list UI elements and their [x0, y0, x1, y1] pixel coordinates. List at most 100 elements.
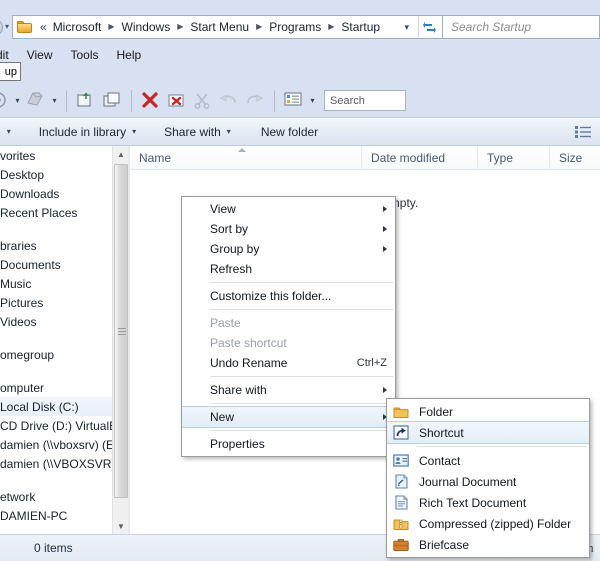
views-icon — [284, 91, 304, 111]
delete-button[interactable] — [138, 88, 164, 114]
context-menu-item-share-with[interactable]: Share with — [182, 380, 395, 400]
burn-button[interactable] — [0, 88, 12, 114]
recent-pages-caret-icon[interactable]: ▾ — [5, 23, 9, 31]
nav-group-libraries[interactable]: braries — [0, 236, 112, 255]
chevron-right-icon[interactable]: ▶ — [104, 23, 118, 31]
nav-group-homegroup[interactable]: omegroup — [0, 345, 112, 364]
menu-view[interactable]: View — [18, 46, 62, 64]
toolbar-search-input[interactable]: Search — [324, 90, 406, 111]
context-menu-item-undo-rename[interactable]: Undo Rename Ctrl+Z — [182, 353, 395, 373]
nav-item-recent-places[interactable]: Recent Places — [0, 203, 112, 222]
include-in-library-button[interactable]: Include in library ▾ — [21, 122, 146, 142]
organize-button[interactable]: ze ▾ — [0, 122, 21, 142]
nav-item-downloads[interactable]: Downloads — [0, 184, 112, 203]
share-with-button[interactable]: Share with ▾ — [146, 122, 241, 142]
properties-icon — [26, 91, 46, 111]
folder-icon — [17, 20, 33, 34]
new-folder-button[interactable]: New folder — [241, 122, 328, 142]
details-view-icon[interactable] — [570, 121, 596, 143]
scrollbar-thumb[interactable] — [114, 164, 128, 498]
briefcase-icon — [392, 536, 410, 553]
submenu-item-rich-text-document[interactable]: Rich Text Document — [387, 492, 589, 513]
context-menu-item-customize-this-folder[interactable]: Customize this folder... — [182, 286, 395, 306]
nav-item-pictures[interactable]: Pictures — [0, 293, 112, 312]
breadcrumb-item-programs[interactable]: Programs — [266, 18, 324, 36]
chevron-right-icon[interactable]: ▶ — [252, 23, 266, 31]
breadcrumb-item-microsoft[interactable]: Microsoft — [50, 18, 105, 36]
scrollbar-grip-icon — [118, 328, 126, 335]
copy-to-icon — [102, 91, 122, 111]
undo-button[interactable] — [216, 88, 242, 114]
toolbar-divider — [274, 89, 275, 112]
cut-button[interactable] — [190, 88, 216, 114]
redo-button[interactable] — [242, 88, 268, 114]
chevron-right-icon[interactable]: ▶ — [324, 23, 338, 31]
column-header-name[interactable]: Name — [130, 145, 362, 170]
breadcrumb-overflow-icon[interactable]: « — [38, 20, 50, 34]
nav-group-network[interactable]: etwork — [0, 487, 112, 506]
context-menu-label: Undo Rename — [210, 356, 288, 370]
copy-to-button[interactable] — [99, 88, 125, 114]
submenu-item-folder[interactable]: Folder — [387, 401, 589, 422]
burn-caret-icon[interactable]: ▾ — [12, 96, 23, 105]
views-caret-icon[interactable]: ▾ — [307, 96, 318, 105]
search-input[interactable]: Search Startup — [443, 15, 600, 39]
nav-item-damien-pc[interactable]: DAMIEN-PC — [0, 506, 112, 525]
journal-icon — [392, 473, 410, 490]
nav-item-videos[interactable]: Videos — [0, 312, 112, 331]
views-button[interactable] — [281, 88, 307, 114]
column-header-type[interactable]: Type — [478, 145, 550, 170]
navigation-pane-scrollbar[interactable]: ▲ ▼ — [112, 146, 129, 534]
scroll-down-arrow-icon[interactable]: ▼ — [113, 518, 129, 534]
context-menu-item-new[interactable]: New — [182, 406, 395, 428]
breadcrumb-item-start-menu[interactable]: Start Menu — [187, 18, 252, 36]
refresh-icon[interactable] — [418, 16, 440, 38]
include-in-library-label: Include in library — [38, 124, 127, 139]
icon-toolbar: ▾ ▾ ▾ Search — [0, 84, 600, 117]
nav-item-damien-vboxsvr-z[interactable]: damien (\\VBOXSVR) (Z:) — [0, 454, 112, 473]
properties-button[interactable] — [23, 88, 49, 114]
context-menu-item-view[interactable]: View — [182, 199, 395, 219]
column-header-size[interactable]: Size — [550, 146, 600, 170]
context-menu-item-sort-by[interactable]: Sort by — [182, 219, 395, 239]
column-header-date-modified[interactable]: Date modified — [362, 145, 478, 170]
submenu-label: Contact — [419, 453, 461, 468]
context-menu[interactable]: View Sort by Group by Refresh Customize … — [181, 196, 396, 457]
delete-permanently-button[interactable] — [164, 88, 190, 114]
nav-item-music[interactable]: Music — [0, 274, 112, 293]
back-button-icon[interactable] — [0, 18, 3, 36]
navigation-pane[interactable]: vorites Desktop Downloads Recent Places … — [0, 146, 112, 534]
context-menu-item-paste: Paste — [182, 313, 395, 333]
context-menu-item-group-by[interactable]: Group by — [182, 239, 395, 259]
nav-item-damien-vboxsrv-e[interactable]: damien (\\vboxsrv) (E:) — [0, 435, 112, 454]
properties-caret-icon[interactable]: ▾ — [49, 96, 60, 105]
move-to-button[interactable] — [73, 88, 99, 114]
context-menu-item-refresh[interactable]: Refresh — [182, 259, 395, 279]
submenu-item-shortcut[interactable]: Shortcut — [387, 421, 589, 444]
submenu-item-journal-document[interactable]: Journal Document — [387, 471, 589, 492]
chevron-right-icon[interactable]: ▶ — [173, 23, 187, 31]
submenu-item-briefcase[interactable]: Briefcase — [387, 534, 589, 555]
submenu-item-contact[interactable]: Contact — [387, 450, 589, 471]
new-submenu[interactable]: Folder Shortcut Contact Journal Document… — [386, 398, 590, 558]
breadcrumb-item-windows[interactable]: Windows — [119, 18, 174, 36]
breadcrumb-bar[interactable]: « Microsoft ▶ Windows ▶ Start Menu ▶ Pro… — [12, 15, 443, 39]
menu-tools[interactable]: Tools — [61, 46, 107, 64]
share-with-label: Share with — [164, 124, 221, 139]
nav-item-documents[interactable]: Documents — [0, 255, 112, 274]
nav-item-cd-drive-d[interactable]: CD Drive (D:) VirtualBox G — [0, 416, 112, 435]
breadcrumb-item-startup[interactable]: Startup — [338, 18, 383, 36]
nav-group-computer[interactable]: omputer — [0, 378, 112, 397]
toolbar-divider — [66, 89, 67, 112]
context-menu-item-properties[interactable]: Properties — [182, 434, 395, 454]
navigation-buttons[interactable]: ▾ — [0, 15, 12, 39]
nav-item-desktop[interactable]: Desktop — [0, 165, 112, 184]
submenu-item-compressed-zipped-folder[interactable]: Compressed (zipped) Folder — [387, 513, 589, 534]
submenu-label: Rich Text Document — [419, 495, 527, 510]
window-title-tooltip: up — [0, 62, 21, 81]
nav-group-favorites[interactable]: vorites — [0, 146, 112, 165]
address-dropdown-icon[interactable]: ▾ — [398, 22, 418, 32]
nav-item-local-disk-c[interactable]: Local Disk (C:) — [0, 397, 112, 416]
scroll-up-arrow-icon[interactable]: ▲ — [113, 146, 129, 162]
menu-help[interactable]: Help — [108, 46, 151, 64]
